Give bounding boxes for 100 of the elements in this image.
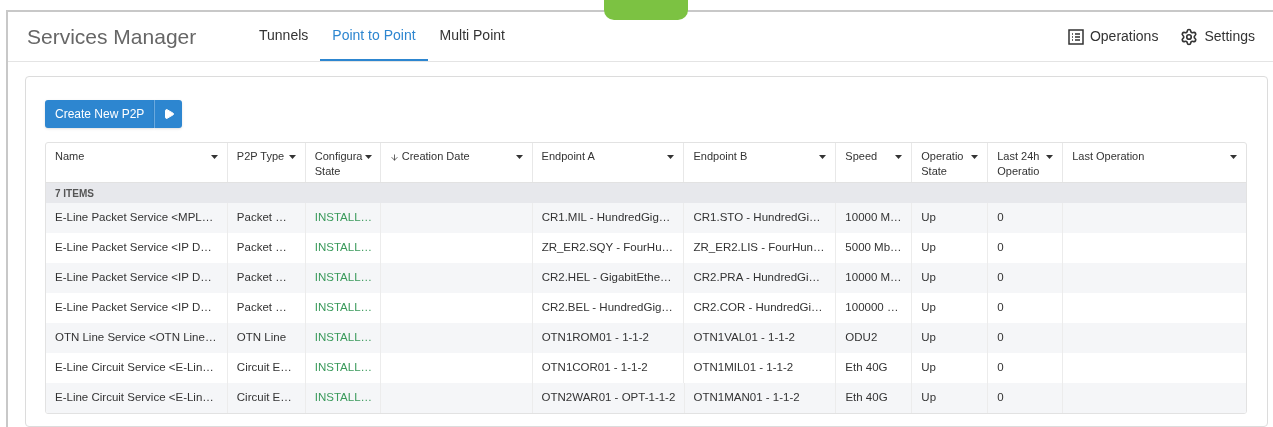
caret-icon[interactable] [667,155,675,159]
column-header[interactable]: Creation Date [380,143,533,182]
caret-icon[interactable] [365,155,373,159]
table-cell-text: OTN1MIL01 - 1-1-2 [693,360,794,376]
table-cell-text: E-Line Circuit Service <E-Lin… [55,390,214,406]
table-row[interactable]: E-Line Packet Service <IP D… Packet … INSTALL… CR2.HEL - GigabitEthe… CR2.PRA - HundredGi… 10000 M… Up 0 [46,263,1246,293]
column-label: Last 24h Operatio [997,149,1041,179]
caret-icon[interactable] [895,155,903,159]
table-cell-text: OTN Line Service <OTN Line… [55,330,217,346]
table-cell-text: 0 [997,330,1004,346]
column-header[interactable]: Configura State [305,143,381,182]
column-header[interactable]: Last Operation [1063,143,1246,182]
settings-icon [1180,27,1199,46]
table-cell-text: 10000 M… [845,210,902,226]
table-cell-text: INSTALL… [314,360,373,376]
caret-icon[interactable] [1230,155,1237,159]
caret-icon[interactable] [288,155,296,159]
table-cell-text: CR2.COR - HundredGi… [693,300,823,316]
table-cell-text: Packet … [236,300,287,316]
table-cell-text: Up [921,240,936,256]
table-cell-text: INSTALL… [314,390,373,406]
table-cell-text: INSTALL… [314,330,373,346]
column-label: Endpoint B [693,149,749,164]
table-cell-text: CR1.MIL - HundredGig… [541,210,671,226]
table-cell-text: 0 [997,270,1004,286]
table-cell-text: CR2.HEL - GigabitEthe… [541,270,672,286]
nav-tab[interactable]: Tunnels [247,12,321,61]
table-row[interactable]: E-Line Circuit Service <E-Lin… Circuit E… INSTALL… OTN2WAR01 - OPT-1-1-2 OTN1MAN01 - 1-1-2 Eth 40G Up 0 [46,383,1246,413]
column-header[interactable]: P2P Type [227,143,306,182]
table-cell-text: 5000 Mb… [845,240,902,256]
table-cell-text: 0 [997,210,1004,226]
table-cell-text: OTN1MAN01 - 1-1-2 [693,390,800,406]
table-cell-text: 10000 M… [845,270,902,286]
table-cell-text: Packet … [236,210,287,226]
caret-icon[interactable] [819,155,827,159]
caret-icon[interactable] [971,155,979,159]
table-cell-text: CR2.BEL - HundredGig… [541,300,673,316]
group-label: 7 ITEMS [55,186,94,201]
column-label: Speed [845,149,879,164]
create-button[interactable]: Create New P2P [45,100,155,128]
table-cell-text: Circuit E… [236,360,292,376]
table-cell-text: Packet … [236,240,287,256]
table-cell-text: 0 [997,300,1004,316]
column-label: Last Operation [1072,149,1146,164]
table-cell-text: Up [921,360,936,376]
column-header[interactable]: Name [46,143,228,182]
table-cell-text: CR1.STO - HundredGi… [693,210,821,226]
nav-tab[interactable]: Multi Point [427,12,517,61]
app-title: Services Manager [27,23,198,50]
table-cell-text: 0 [997,390,1004,406]
table-cell-text: OTN1VAL01 - 1-1-2 [693,330,795,346]
table-cell-text: Circuit E… [236,390,292,406]
play-icon [162,108,175,120]
list-icon [1067,28,1084,45]
table-cell-text: E-Line Packet Service <IP D… [55,240,212,256]
table-row[interactable]: OTN Line Service <OTN Line… OTN Line INSTALL… OTN1ROM01 - 1-1-2 OTN1VAL01 - 1-1-2 ODU2 Up 0 [46,323,1246,353]
column-header[interactable]: Endpoint B [684,143,837,182]
column-label: Operatio State [921,149,965,179]
table-cell-text: E-Line Circuit Service <E-Lin… [55,360,214,376]
table-cell-text: Up [921,210,936,226]
table-cell-text: Up [921,390,937,406]
table-cell-text: CR2.PRA - HundredGi… [693,270,821,286]
settings-button[interactable]: Settings [1180,26,1255,47]
column-label: P2P Type [236,149,286,164]
table-cell-text: INSTALL… [314,270,373,286]
table-cell-text: Eth 40G [845,360,888,376]
column-header[interactable]: Endpoint A [532,143,685,182]
column-header[interactable]: Operatio State [912,143,989,182]
table-cell-text: INSTALL… [314,240,373,256]
play-button[interactable] [154,100,183,128]
column-label: Endpoint A [541,149,596,164]
table-cell-text: INSTALL… [314,210,373,226]
table-cell-text: INSTALL… [314,300,373,316]
caret-icon[interactable] [1046,155,1054,159]
table-cell-text: ODU2 [845,330,878,346]
table-cell-text: OTN2WAR01 - OPT-1-1-2 [541,390,676,406]
table-row[interactable]: E-Line Packet Service <MPL… Packet … INSTALL… CR1.MIL - HundredGig… CR1.STO - HundredGi… 10000 M… Up 0 [46,203,1246,233]
table-cell-text: E-Line Packet Service <IP D… [55,300,212,316]
table-cell-text: Up [921,330,936,346]
column-label: Configura State [314,149,363,179]
column-label: Creation Date [401,149,471,164]
operations-button[interactable]: Operations [1067,26,1159,47]
table-cell-text: E-Line Packet Service <MPL… [55,210,214,226]
column-header[interactable]: Speed [836,143,913,182]
table-cell-text: 0 [997,240,1004,256]
table-cell-text: E-Line Packet Service <IP D… [55,270,212,286]
table-cell-text: OTN1COR01 - 1-1-2 [541,360,648,376]
column-header[interactable]: Last 24h Operatio [988,143,1064,182]
caret-icon[interactable] [210,155,218,159]
nav-tab[interactable]: Point to Point [320,12,428,61]
table-cell-text: 100000 … [845,300,899,316]
table-cell-text: Up [921,270,936,286]
table-cell-text: 0 [997,360,1004,376]
table-cell-text: ZR_ER2.SQY - FourHu… [541,240,674,256]
table-cell-text: ZR_ER2.LIS - FourHun… [693,240,825,256]
table-cell-text: OTN1ROM01 - 1-1-2 [541,330,649,346]
column-label: Name [55,149,86,164]
table-cell-text: Packet … [236,270,287,286]
caret-icon[interactable] [515,155,523,159]
table-cell-text: OTN Line [236,330,287,346]
